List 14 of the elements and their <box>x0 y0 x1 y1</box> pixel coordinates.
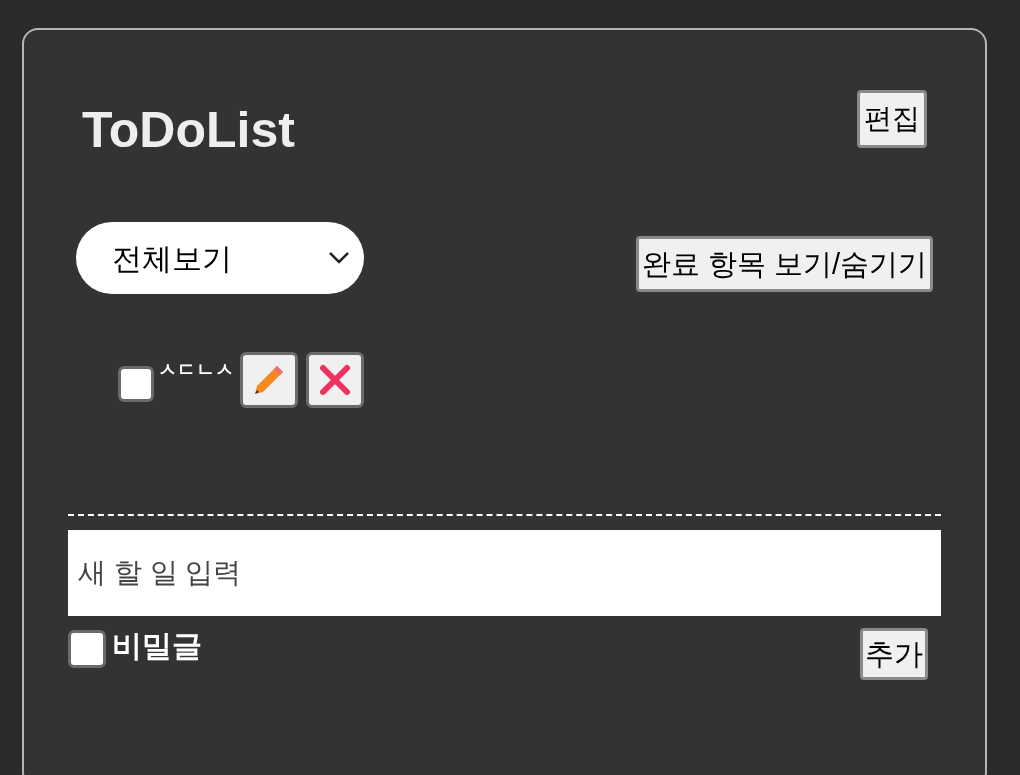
secret-label: 비밀글 <box>112 628 202 664</box>
toggle-completed-button[interactable]: 완료 항목 보기/숨기기 <box>635 236 933 292</box>
delete-item-button[interactable] <box>306 352 364 408</box>
todo-checkbox[interactable] <box>118 366 154 402</box>
filter-dropdown[interactable]: 전체보기 <box>76 222 364 294</box>
edit-button[interactable]: 편집 <box>857 90 927 148</box>
new-todo-input[interactable]: 새 할 일 입력 <box>68 530 941 616</box>
chevron-down-icon <box>328 251 350 265</box>
todo-text: ㅅㄷㄴㅅ <box>158 358 234 382</box>
secret-checkbox[interactable] <box>68 630 106 668</box>
edit-item-button[interactable] <box>240 352 298 408</box>
app-title: ToDoList <box>82 101 295 160</box>
add-button[interactable]: 추가 <box>860 628 928 680</box>
close-icon <box>318 363 352 397</box>
